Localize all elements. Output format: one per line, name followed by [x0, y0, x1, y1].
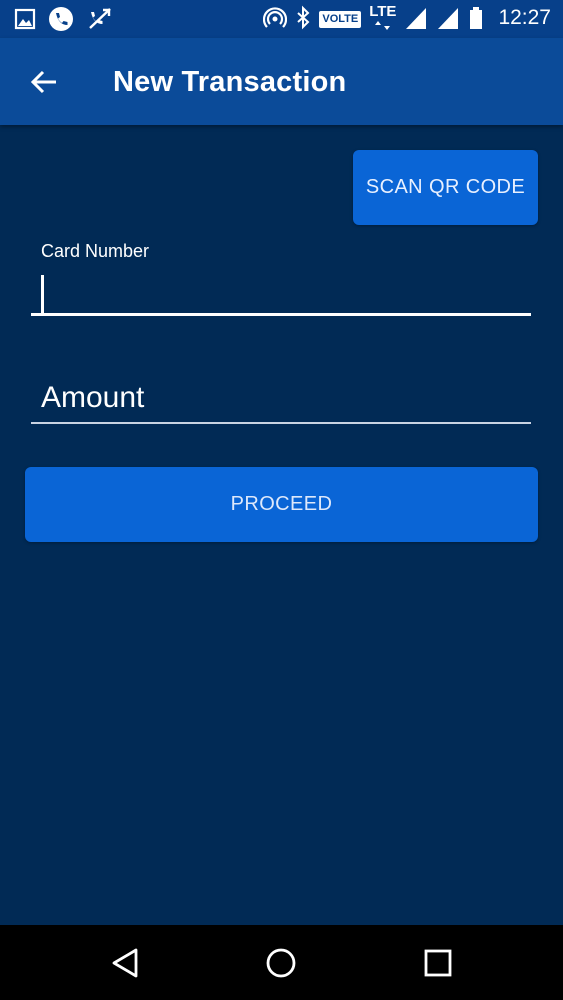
recents-square-icon	[424, 949, 452, 977]
volte-badge: VOLTE	[319, 10, 362, 28]
card-number-input[interactable]	[31, 268, 531, 316]
text-cursor	[41, 275, 44, 313]
screen: VOLTE LTE 12:27 New Transaction SCAN QR …	[0, 0, 563, 1000]
nav-recents-button[interactable]	[418, 943, 458, 983]
data-arrows-icon	[374, 20, 390, 30]
signal-icon	[436, 5, 460, 31]
page-title: New Transaction	[113, 66, 347, 98]
lte-indicator: LTE	[369, 2, 397, 30]
status-bar-right: VOLTE LTE 12:27	[263, 4, 551, 32]
amount-input[interactable]	[31, 374, 531, 424]
signal-icon	[404, 5, 428, 31]
scan-qr-code-button[interactable]: SCAN QR CODE	[353, 150, 538, 225]
image-icon	[14, 6, 36, 32]
status-bar: VOLTE LTE 12:27	[0, 0, 563, 38]
card-number-field-container	[31, 268, 531, 318]
nav-back-button[interactable]	[105, 943, 145, 983]
navigation-bar	[0, 925, 563, 1000]
phone-call-icon	[48, 6, 74, 32]
proceed-button[interactable]: PROCEED	[25, 467, 538, 542]
lte-label: LTE	[369, 2, 397, 20]
card-number-label: Card Number	[41, 241, 150, 261]
bluetooth-icon	[295, 5, 311, 31]
home-circle-icon	[266, 948, 296, 978]
status-clock: 12:27	[498, 6, 551, 29]
status-bar-left	[14, 6, 114, 32]
arrow-back-icon	[30, 70, 56, 94]
nav-home-button[interactable]	[261, 943, 301, 983]
missed-call-icon	[86, 6, 114, 32]
back-triangle-icon	[112, 948, 138, 978]
hotspot-icon	[263, 5, 288, 31]
app-bar: New Transaction	[0, 38, 563, 125]
battery-icon	[468, 5, 484, 31]
back-button[interactable]	[24, 62, 64, 102]
